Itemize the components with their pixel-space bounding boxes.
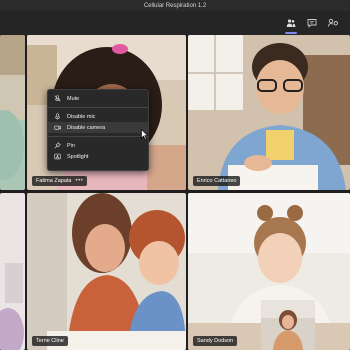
- menu-item-label: Spotlight: [67, 153, 89, 160]
- participant-name-chip: Enrico Cattaneo: [193, 176, 241, 186]
- title-bar: Cellular Respiration 1.2: [0, 0, 350, 11]
- video-feed: [188, 35, 350, 190]
- share-tray-button[interactable]: [325, 15, 341, 31]
- menu-item-label: Disable camera: [67, 124, 106, 131]
- participant-tile-partial[interactable]: [0, 35, 25, 190]
- menu-item-disable-camera[interactable]: Disable camera: [48, 122, 148, 133]
- participant-name: Enrico Cattaneo: [197, 178, 237, 184]
- chat-button[interactable]: [304, 15, 320, 31]
- menu-divider: [48, 136, 148, 137]
- camera-disable-icon: [54, 125, 61, 130]
- share-tray-icon: [327, 18, 338, 27]
- video-feed: [0, 193, 25, 350]
- more-options-button[interactable]: •••: [75, 176, 83, 186]
- menu-item-mute[interactable]: Mute: [48, 93, 148, 104]
- menu-item-label: Pin: [67, 142, 75, 149]
- participants-button[interactable]: [283, 15, 299, 34]
- menu-item-disable-mic[interactable]: Disable mic: [48, 111, 148, 122]
- mic-disable-icon: [55, 113, 60, 120]
- pin-icon: [54, 142, 61, 149]
- window-title: Cellular Respiration 1.2: [143, 2, 207, 9]
- mouse-cursor-icon: [141, 129, 149, 140]
- participant-name: Fatima Zapata: [36, 178, 72, 184]
- menu-item-label: Disable mic: [67, 113, 96, 120]
- video-feed: [27, 193, 186, 350]
- participant-name-chip: Fatima Zapata •••: [32, 176, 88, 186]
- meeting-toolbar: [0, 11, 350, 35]
- spotlight-icon: [54, 153, 61, 160]
- chat-icon: [307, 19, 317, 28]
- menu-item-pin[interactable]: Pin: [48, 140, 148, 151]
- participant-name-chip: Terrie Cline: [32, 336, 68, 346]
- video-feed: [0, 35, 25, 190]
- participant-tile[interactable]: Enrico Cattaneo: [188, 35, 350, 190]
- participant-name-chip: Sandy Dodson: [193, 336, 238, 346]
- menu-divider: [48, 107, 148, 108]
- participant-tile-partial[interactable]: [0, 193, 25, 350]
- menu-item-label: Mute: [67, 95, 80, 102]
- participant-tile[interactable]: Terrie Cline: [27, 193, 186, 350]
- participants-icon: [286, 19, 296, 27]
- participant-name: Sandy Dodson: [197, 338, 234, 344]
- participant-name: Terrie Cline: [36, 338, 64, 344]
- self-view-video: [261, 300, 315, 350]
- menu-item-spotlight[interactable]: Spotlight: [48, 151, 148, 162]
- mic-off-icon: [54, 95, 61, 102]
- self-view[interactable]: [261, 300, 315, 350]
- participant-context-menu: Mute Disable mic Disable camera Pin Spot…: [47, 89, 149, 171]
